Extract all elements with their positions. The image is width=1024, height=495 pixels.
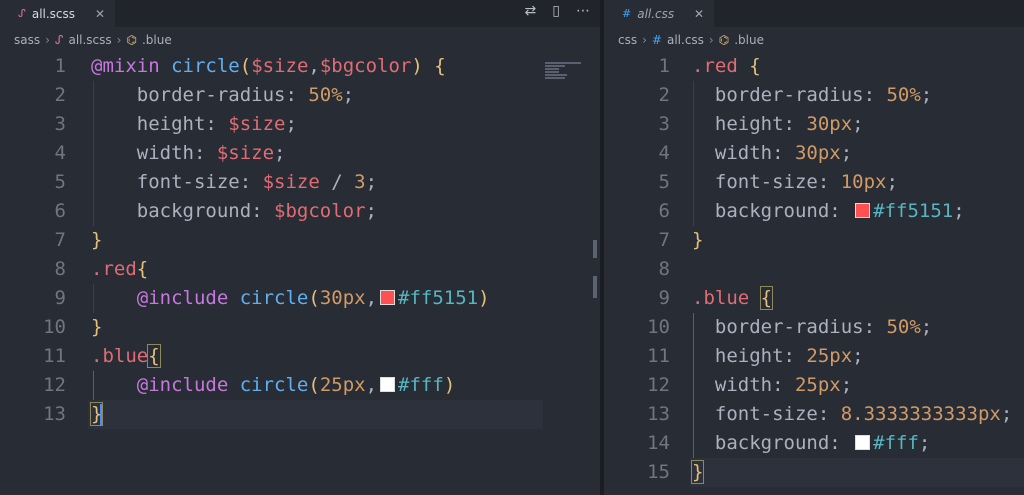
selector-symbol-icon: ⌬ <box>718 32 730 47</box>
sass-file-icon: ᔑ <box>18 7 26 20</box>
tab-all-scss[interactable]: ᔑ all.scss ✕ <box>0 0 115 27</box>
indent-guide <box>93 81 94 226</box>
code-editor[interactable]: 1 .red { 2 border-radius: 50%; 3 height: … <box>604 52 1024 495</box>
css-file-icon: # <box>651 32 662 47</box>
color-swatch[interactable] <box>380 376 396 392</box>
indent-guide <box>693 81 694 226</box>
color-swatch[interactable] <box>380 289 396 305</box>
scrollbar-thumb[interactable] <box>593 240 597 258</box>
tab-bar: ᔑ all.scss ✕ ⇄ ▯ ⋯ <box>0 0 600 27</box>
compare-changes-icon[interactable]: ⇄ <box>525 3 537 19</box>
chevron-right-icon: › <box>116 32 122 47</box>
editor-actions: ⇄ ▯ ⋯ <box>525 3 590 19</box>
scss-editor-pane[interactable]: ᔑ all.scss ✕ ⇄ ▯ ⋯ sass › ᔑ all.scss › ⌬… <box>0 0 600 495</box>
more-actions-icon[interactable]: ⋯ <box>576 3 590 19</box>
breadcrumb-folder[interactable]: sass <box>14 33 40 47</box>
selector-symbol-icon: ⌬ <box>126 32 137 47</box>
chevron-right-icon: › <box>45 32 50 47</box>
breadcrumb: css › # all.css › ⌬ .blue <box>604 27 1024 52</box>
tab-label: all.css <box>637 6 675 21</box>
tab-bar: # all.css ✕ <box>604 0 1024 27</box>
tab-label: all.scss <box>31 6 76 21</box>
tab-all-css[interactable]: # all.css ✕ <box>604 0 714 27</box>
current-line-highlight <box>88 400 543 429</box>
current-line-highlight <box>690 458 1024 487</box>
minimap[interactable] <box>545 62 587 82</box>
color-swatch[interactable] <box>855 434 871 450</box>
close-tab-icon[interactable]: ✕ <box>694 7 704 21</box>
indent-guide <box>93 284 94 313</box>
sass-file-icon: ᔑ <box>54 32 64 47</box>
code-editor[interactable]: 1 @mixin circle($size,$bgcolor) { 2 borde… <box>0 52 600 495</box>
chevron-right-icon: › <box>708 32 714 47</box>
breadcrumb: sass › ᔑ all.scss › ⌬ .blue <box>0 27 600 52</box>
chevron-right-icon: › <box>642 32 647 47</box>
css-editor-pane[interactable]: # all.css ✕ css › # all.css › ⌬ .blue 1.… <box>604 0 1024 495</box>
indent-guide <box>693 313 694 458</box>
breadcrumb-symbol[interactable]: .blue <box>734 33 764 47</box>
scrollbar-thumb[interactable] <box>593 276 597 298</box>
close-tab-icon[interactable]: ✕ <box>95 7 105 21</box>
color-swatch[interactable] <box>855 202 871 218</box>
breadcrumb-symbol[interactable]: .blue <box>142 33 172 47</box>
breadcrumb-file[interactable]: all.css <box>667 33 704 47</box>
vertical-scrollbar[interactable] <box>590 52 600 495</box>
indent-guide <box>93 371 94 400</box>
split-editor-icon[interactable]: ▯ <box>552 3 560 19</box>
text-cursor <box>100 403 103 426</box>
breadcrumb-folder[interactable]: css <box>618 33 637 47</box>
breadcrumb-file[interactable]: all.scss <box>68 33 111 47</box>
css-file-icon: # <box>622 7 632 20</box>
